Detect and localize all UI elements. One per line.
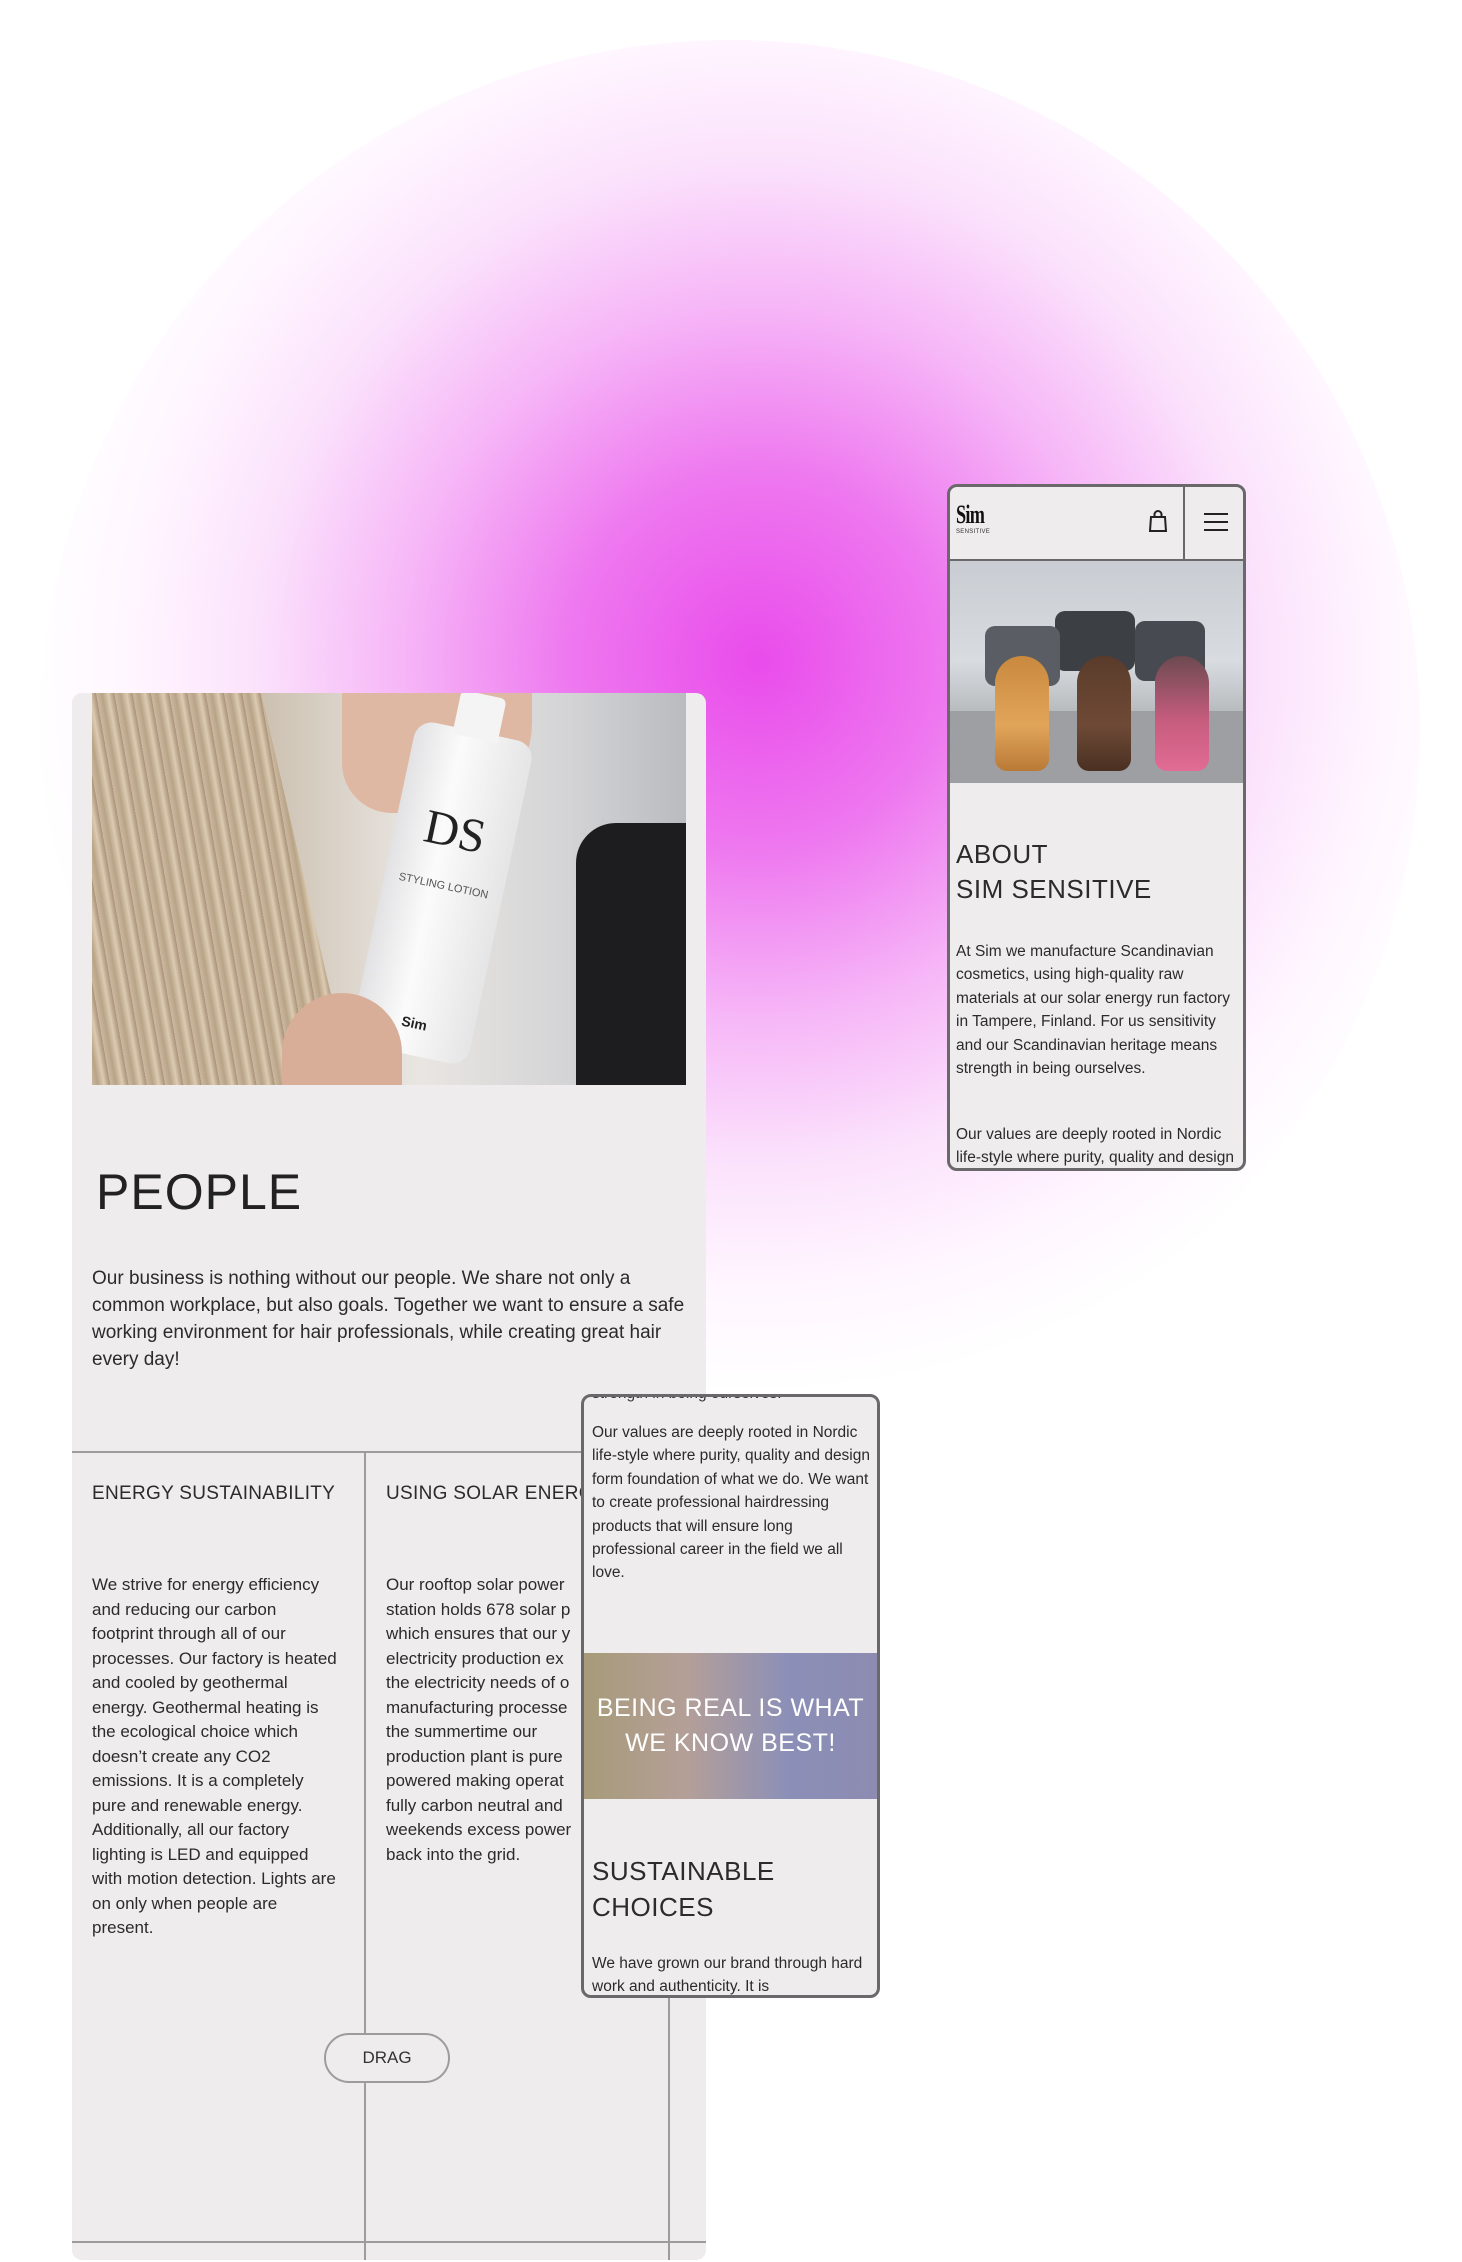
blonde-hair-shape [995, 656, 1049, 771]
pink-hair-shape [1155, 656, 1209, 771]
header-separator [1183, 487, 1185, 559]
hamburger-menu-icon[interactable] [1202, 507, 1230, 537]
sim-logo[interactable]: Sim [956, 502, 985, 528]
bottle-label: STYLING LOTION [397, 870, 490, 902]
sustainable-choices-title: SUSTAINABLE CHOICES [592, 1853, 775, 1925]
sim-logo-sub: SENSITIVE [956, 529, 991, 535]
arm-shape [576, 823, 686, 1085]
cut-off-text: strength in being ourselves. [592, 1397, 782, 1403]
sustainable-title-line2: CHOICES [592, 1892, 714, 1922]
about-paragraph-2: Our values are deeply rooted in Nordic l… [956, 1126, 1234, 1167]
people-intro: Our business is nothing without our peop… [92, 1268, 685, 1370]
people-title: PEOPLE [96, 1164, 303, 1220]
slogan-text: BEING REAL IS WHAT WE KNOW BEST! [596, 1694, 865, 1757]
sustainable-paragraph: We have grown our brand through hard wor… [592, 1955, 863, 1996]
about-title-line2: SIM SENSITIVE [956, 874, 1152, 904]
grid-divider-col1 [364, 1451, 366, 2260]
energy-sustainability-text: We strive for energy efficiency and redu… [92, 1575, 337, 1937]
shopping-bag-icon[interactable] [1148, 509, 1168, 533]
hair-styling-photo: DS STYLING LOTION Sim [92, 693, 686, 1085]
three-women-photo [950, 561, 1243, 783]
grid-divider-bottom [72, 2241, 706, 2243]
sustainable-title-line1: SUSTAINABLE [592, 1856, 775, 1886]
about-title-line1: ABOUT [956, 839, 1049, 869]
energy-sustainability-heading: ENERGY SUSTAINABILITY [92, 1483, 336, 1504]
phone-about-screen: Sim SENSITIVE ABOUT SIM SENSITIVE At Sim… [947, 484, 1246, 1171]
bottle-cap [452, 693, 507, 744]
drag-button[interactable]: DRAG [324, 2033, 450, 2083]
brown-hair-shape [1077, 656, 1131, 771]
solar-energy-heading: USING SOLAR ENERG [386, 1483, 594, 1504]
values-paragraph: Our values are deeply rooted in Nordic l… [592, 1424, 870, 1582]
bottle-brand: DS [419, 799, 491, 865]
slogan-banner: BEING REAL IS WHAT WE KNOW BEST! [584, 1653, 877, 1799]
about-paragraph-1: At Sim we manufacture Scandinavian cosme… [956, 943, 1230, 1078]
about-title: ABOUT SIM SENSITIVE [956, 837, 1152, 907]
phone-values-screen: strength in being ourselves. Our values … [581, 1394, 880, 1998]
mobile-header: Sim SENSITIVE [950, 487, 1243, 561]
